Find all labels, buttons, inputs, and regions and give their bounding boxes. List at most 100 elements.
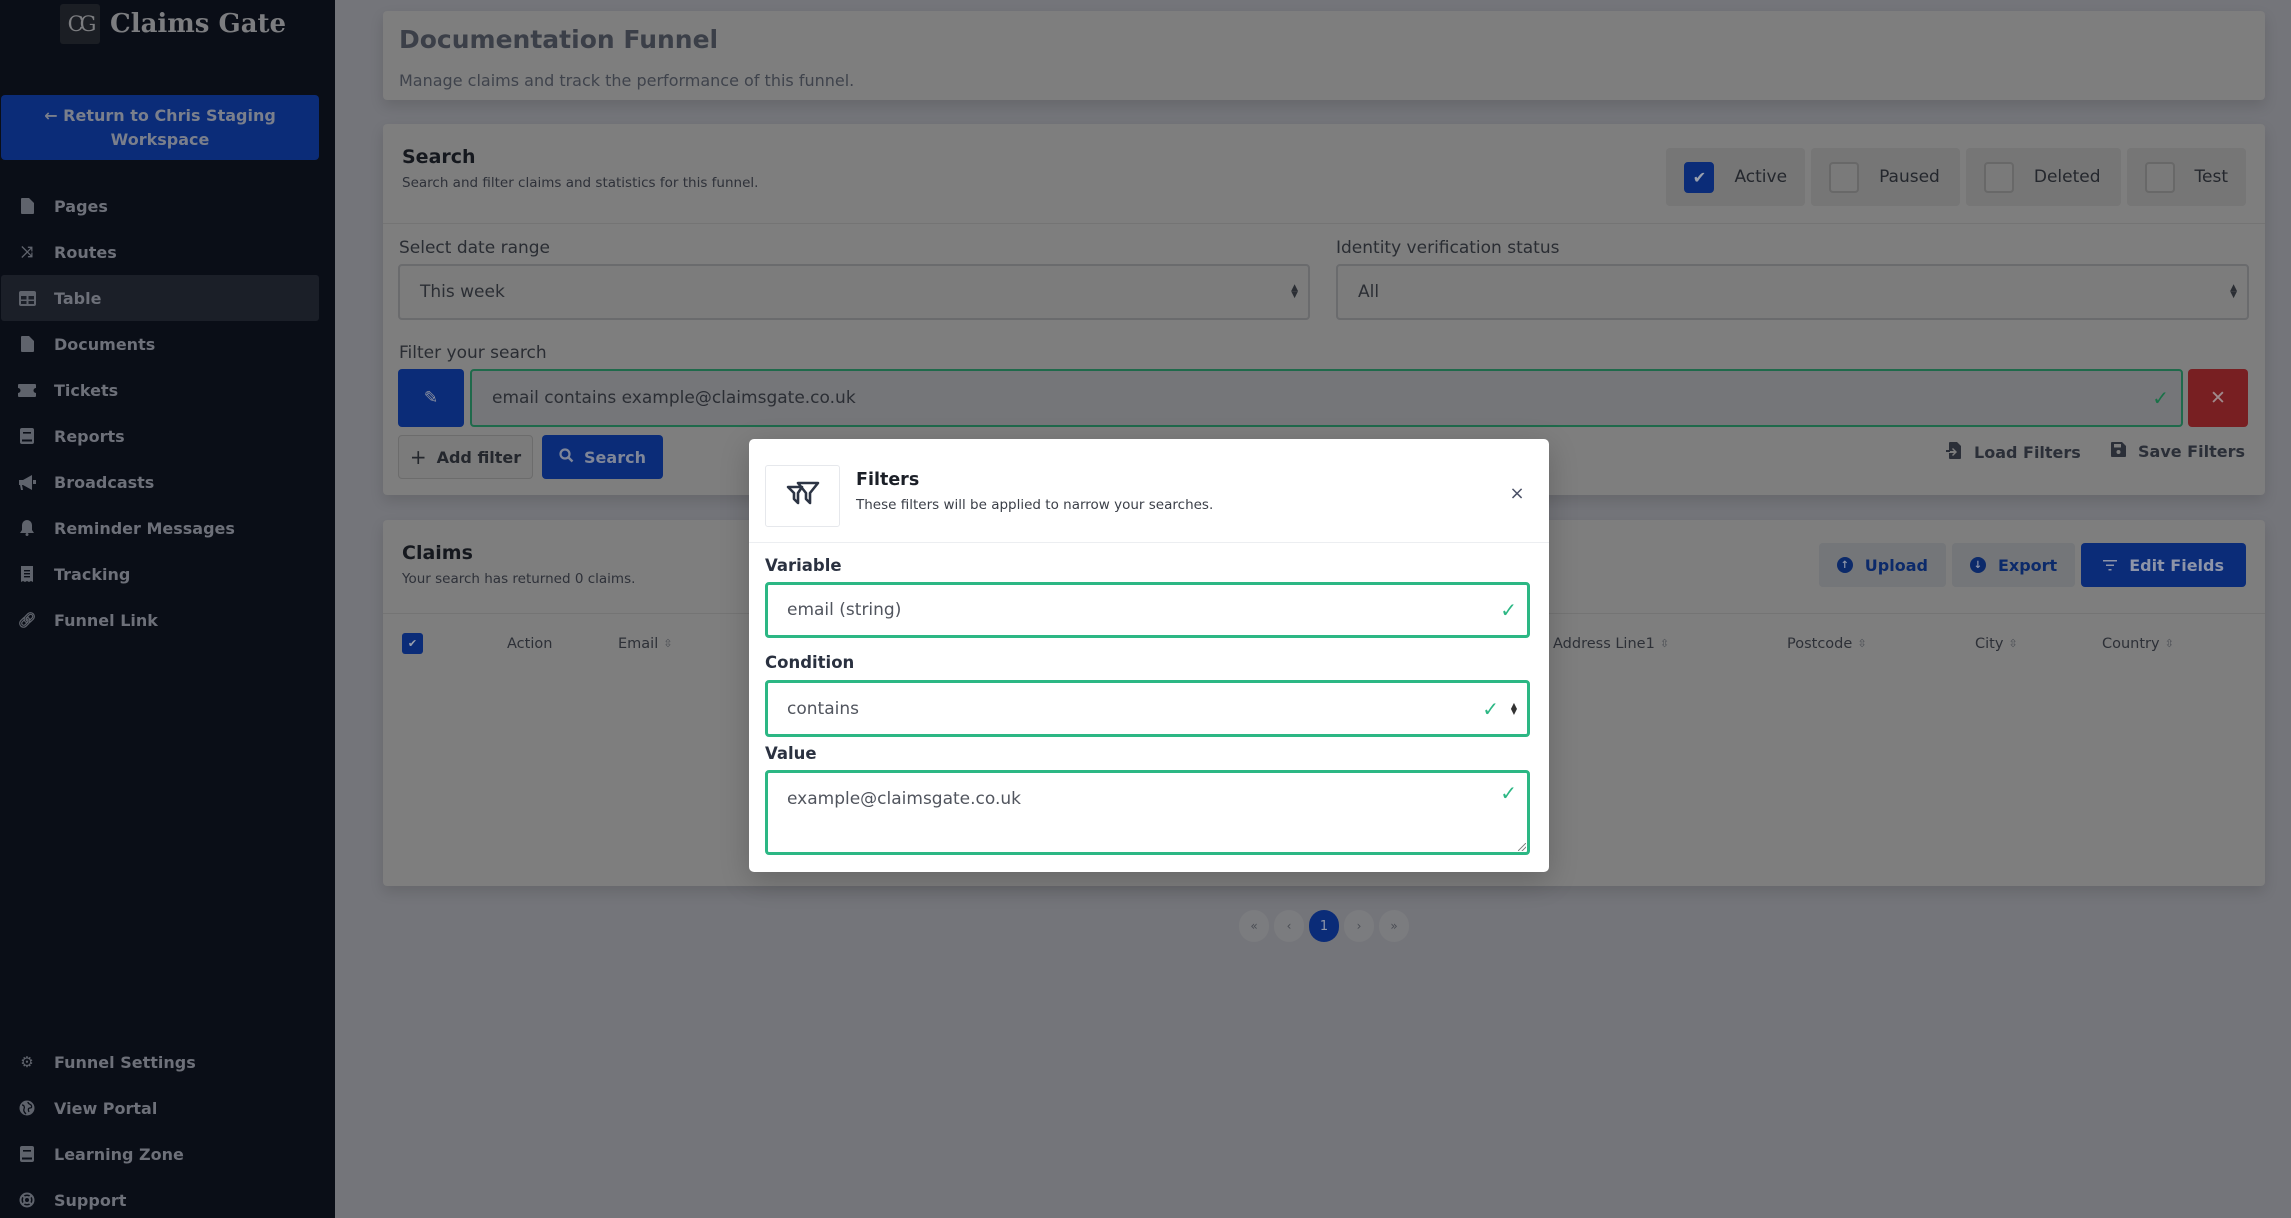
check-icon: ✓: [1482, 696, 1499, 721]
edit-fields-button[interactable]: Edit Fields: [2081, 543, 2246, 587]
variable-input[interactable]: email (string) ✓: [765, 582, 1530, 638]
pencil-icon: ✎: [423, 388, 439, 408]
sort-icon: ⇳: [1659, 637, 1670, 650]
page-current-button[interactable]: 1: [1309, 910, 1339, 942]
page-first-button[interactable]: «: [1239, 910, 1269, 942]
select-all-checkbox[interactable]: ✔: [402, 633, 423, 654]
status-label: Test: [2194, 167, 2228, 187]
upload-button[interactable]: ↑ Upload: [1818, 543, 1946, 587]
sidebar-item-reports[interactable]: Reports: [1, 413, 319, 459]
sidebar-item-label: Documents: [54, 334, 156, 354]
logo[interactable]: CG Claims Gate: [60, 4, 286, 44]
status-paused[interactable]: Paused: [1811, 148, 1960, 206]
column-header-country[interactable]: Country ⇳: [2102, 636, 2174, 652]
export-label: Export: [1997, 555, 2058, 575]
column-header-address-line1[interactable]: Address Line1 ⇳: [1553, 636, 1669, 652]
resize-handle[interactable]: [1518, 843, 1526, 851]
column-header-postcode[interactable]: Postcode ⇳: [1787, 636, 1867, 652]
floppy-icon: [2111, 442, 2126, 461]
return-to-workspace-button[interactable]: ← Return to Chris Staging Workspace: [1, 95, 319, 160]
page-subtitle: Manage claims and track the performance …: [399, 71, 855, 90]
status-filter-group: ✔ Active Paused Deleted Test: [1666, 148, 2246, 206]
remove-filter-button[interactable]: ✕: [2188, 369, 2248, 427]
column-label: Email: [618, 636, 659, 652]
column-label: Postcode: [1787, 636, 1853, 652]
check-icon: ✓: [1500, 781, 1517, 805]
status-active[interactable]: ✔ Active: [1666, 148, 1806, 206]
filter-display-input[interactable]: email contains example@claimsgate.co.uk …: [470, 369, 2183, 427]
date-range-select[interactable]: This week ▲ ▼: [398, 264, 1310, 320]
sidebar-item-support[interactable]: Support: [1, 1177, 319, 1218]
table-icon: [18, 289, 36, 307]
filter-label: Filter your search: [399, 343, 547, 363]
sidebar-item-view-portal[interactable]: View Portal: [1, 1085, 319, 1131]
edit-fields-label: Edit Fields: [2129, 555, 2224, 575]
search-button[interactable]: Search: [542, 435, 663, 479]
sidebar-item-reminder-messages[interactable]: Reminder Messages: [1, 505, 319, 551]
modal-icon-box: [765, 465, 840, 527]
claims-title: Claims: [402, 542, 473, 564]
sidebar-item-tracking[interactable]: Tracking: [1, 551, 319, 597]
condition-select[interactable]: contains ✓ ▲ ▼: [765, 680, 1530, 737]
edit-filter-button[interactable]: ✎: [398, 369, 464, 427]
value-text: example@claimsgate.co.uk: [787, 789, 1022, 809]
status-test[interactable]: Test: [2126, 148, 2246, 206]
gear-icon: ⚙: [20, 1053, 34, 1071]
page-prev-button[interactable]: ‹: [1274, 910, 1304, 942]
condition-label: Condition: [765, 653, 855, 672]
check-icon: ✓: [1500, 598, 1517, 622]
sidebar-item-label: Funnel Settings: [54, 1052, 196, 1072]
sidebar-item-funnel-link[interactable]: 🔗︎ Funnel Link: [1, 597, 319, 643]
identity-status-label: Identity verification status: [1336, 238, 1560, 258]
status-label: Paused: [1879, 167, 1940, 187]
select-arrows-icon: ▲ ▼: [1291, 283, 1298, 300]
page-title: Documentation Funnel: [399, 25, 719, 54]
link-icon: 🔗︎: [17, 611, 37, 629]
status-deleted[interactable]: Deleted: [1965, 148, 2121, 206]
page-next-button[interactable]: ›: [1344, 910, 1374, 942]
column-label: Country: [2102, 636, 2160, 652]
close-icon: ✕: [2210, 387, 2226, 409]
save-filters-button[interactable]: Save Filters: [2111, 442, 2245, 461]
download-icon: ↓: [1969, 557, 1986, 573]
load-filters-label: Load Filters: [1974, 443, 2081, 462]
column-label: City: [1975, 636, 2004, 652]
sidebar-item-routes[interactable]: ⤨ Routes: [1, 229, 319, 275]
modal-close-button[interactable]: ×: [1507, 482, 1527, 504]
sidebar-item-learning-zone[interactable]: Learning Zone: [1, 1131, 319, 1177]
column-header-city[interactable]: City ⇳: [1975, 636, 2018, 652]
column-header-action: Action: [507, 636, 552, 652]
sidebar-item-documents[interactable]: Documents: [1, 321, 319, 367]
file-icon: [18, 335, 36, 353]
load-filters-button[interactable]: Load Filters: [1946, 442, 2081, 463]
filter-icon: [786, 481, 820, 511]
book-icon: [18, 427, 36, 445]
sidebar: CG Claims Gate ← Return to Chris Staging…: [0, 0, 335, 1218]
sidebar-item-broadcasts[interactable]: Broadcasts: [1, 459, 319, 505]
sidebar-item-tickets[interactable]: Tickets: [1, 367, 319, 413]
sidebar-item-label: Learning Zone: [54, 1144, 184, 1164]
sidebar-item-funnel-settings[interactable]: ⚙ Funnel Settings: [1, 1039, 319, 1085]
ticket-icon: [18, 381, 36, 399]
filter-lines-icon: [2103, 556, 2118, 575]
condition-value: contains: [787, 698, 859, 719]
value-textarea[interactable]: example@claimsgate.co.uk ✓: [765, 770, 1530, 855]
upload-icon: ↑: [1836, 557, 1853, 573]
status-deleted-checkbox[interactable]: [1983, 161, 2014, 193]
sidebar-item-table[interactable]: Table: [1, 275, 319, 321]
identity-status-select[interactable]: All ▲ ▼: [1336, 264, 2249, 320]
export-button[interactable]: ↓ Export: [1951, 543, 2076, 587]
book-icon: [18, 1145, 36, 1163]
pagination: « ‹ 1 › »: [1239, 910, 1409, 942]
column-header-email[interactable]: Email ⇳: [618, 636, 672, 652]
bell-icon: [18, 519, 36, 537]
status-paused-checkbox[interactable]: [1829, 161, 1860, 193]
page-last-button[interactable]: »: [1379, 910, 1409, 942]
close-icon: ×: [1509, 482, 1525, 504]
add-filter-button[interactable]: + Add filter: [398, 435, 533, 479]
date-range-value: This week: [420, 282, 505, 302]
status-active-checkbox[interactable]: ✔: [1684, 161, 1715, 193]
sidebar-item-pages[interactable]: Pages: [1, 183, 319, 229]
lifebuoy-icon: [18, 1191, 36, 1209]
status-test-checkbox[interactable]: [2144, 161, 2175, 193]
